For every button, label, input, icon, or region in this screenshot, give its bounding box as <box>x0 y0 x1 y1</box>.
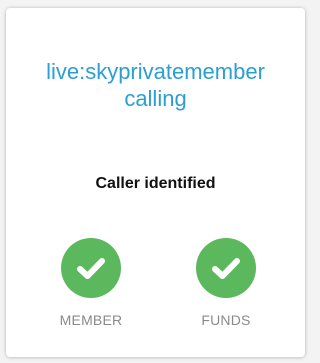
caller-card: live:skyprivatemember calling Caller ide… <box>6 8 305 357</box>
member-check-icon <box>61 238 121 298</box>
caller-name: live:skyprivatemember calling <box>6 58 305 112</box>
member-check: MEMBER <box>51 238 131 328</box>
member-label: MEMBER <box>59 312 123 328</box>
caller-calling-line: calling <box>124 86 187 111</box>
funds-check-icon <box>196 238 256 298</box>
funds-label: FUNDS <box>201 312 251 328</box>
funds-check: FUNDS <box>186 238 266 328</box>
caller-id-line: live:skyprivatemember <box>46 59 265 84</box>
status-text: Caller identified <box>95 175 216 192</box>
